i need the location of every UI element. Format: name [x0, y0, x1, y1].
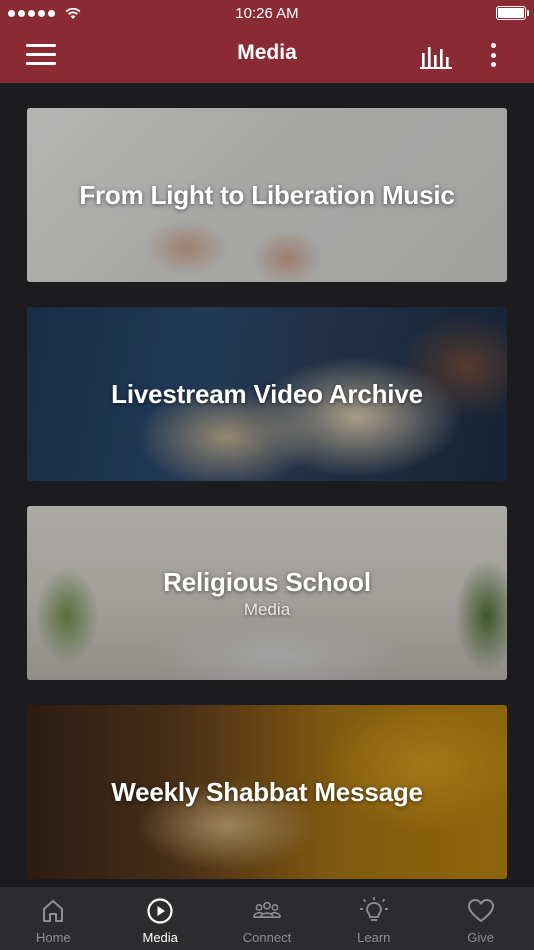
heart-icon: [467, 899, 494, 922]
card-subtitle: Media: [243, 599, 291, 619]
audio-bars-icon[interactable]: [420, 43, 452, 69]
media-list: From Light to Liberation Music Livestrea…: [0, 83, 534, 887]
media-card[interactable]: Weekly Shabbat Message: [27, 705, 507, 879]
battery-level: [498, 8, 524, 18]
tab-home[interactable]: Home: [0, 887, 107, 950]
card-title: Livestream Video Archive: [111, 378, 423, 409]
tab-label: Learn: [357, 930, 391, 945]
card-title: Weekly Shabbat Message: [111, 776, 423, 807]
card-title: Religious School: [163, 566, 371, 597]
status-bar: 10:26 AM: [0, 0, 534, 27]
media-card[interactable]: Livestream Video Archive: [27, 307, 507, 481]
media-card[interactable]: Religious School Media: [27, 506, 507, 680]
top-nav-bar: Media: [0, 27, 534, 83]
page-title: Media: [237, 41, 297, 64]
more-vertical-icon[interactable]: [484, 41, 502, 69]
battery-nub: [527, 10, 529, 16]
card-title: From Light to Liberation Music: [79, 179, 455, 210]
tab-learn[interactable]: Learn: [320, 887, 427, 950]
tab-give[interactable]: Give: [427, 887, 534, 950]
tab-label: Media: [142, 930, 178, 945]
tab-media[interactable]: Media: [107, 887, 214, 950]
media-card[interactable]: From Light to Liberation Music: [27, 108, 507, 282]
battery-icon: [496, 6, 529, 20]
play-circle-icon: [147, 898, 173, 924]
tab-label: Connect: [242, 930, 292, 945]
home-icon: [43, 900, 64, 922]
tab-label: Give: [467, 930, 494, 945]
status-time: 10:26 AM: [235, 5, 299, 22]
lightbulb-icon: [359, 897, 388, 921]
bottom-tab-bar: Home Media Connect Learn Give: [0, 887, 534, 950]
tab-connect[interactable]: Connect: [214, 887, 321, 950]
group-icon: [252, 901, 282, 918]
tab-label: Home: [36, 930, 71, 945]
